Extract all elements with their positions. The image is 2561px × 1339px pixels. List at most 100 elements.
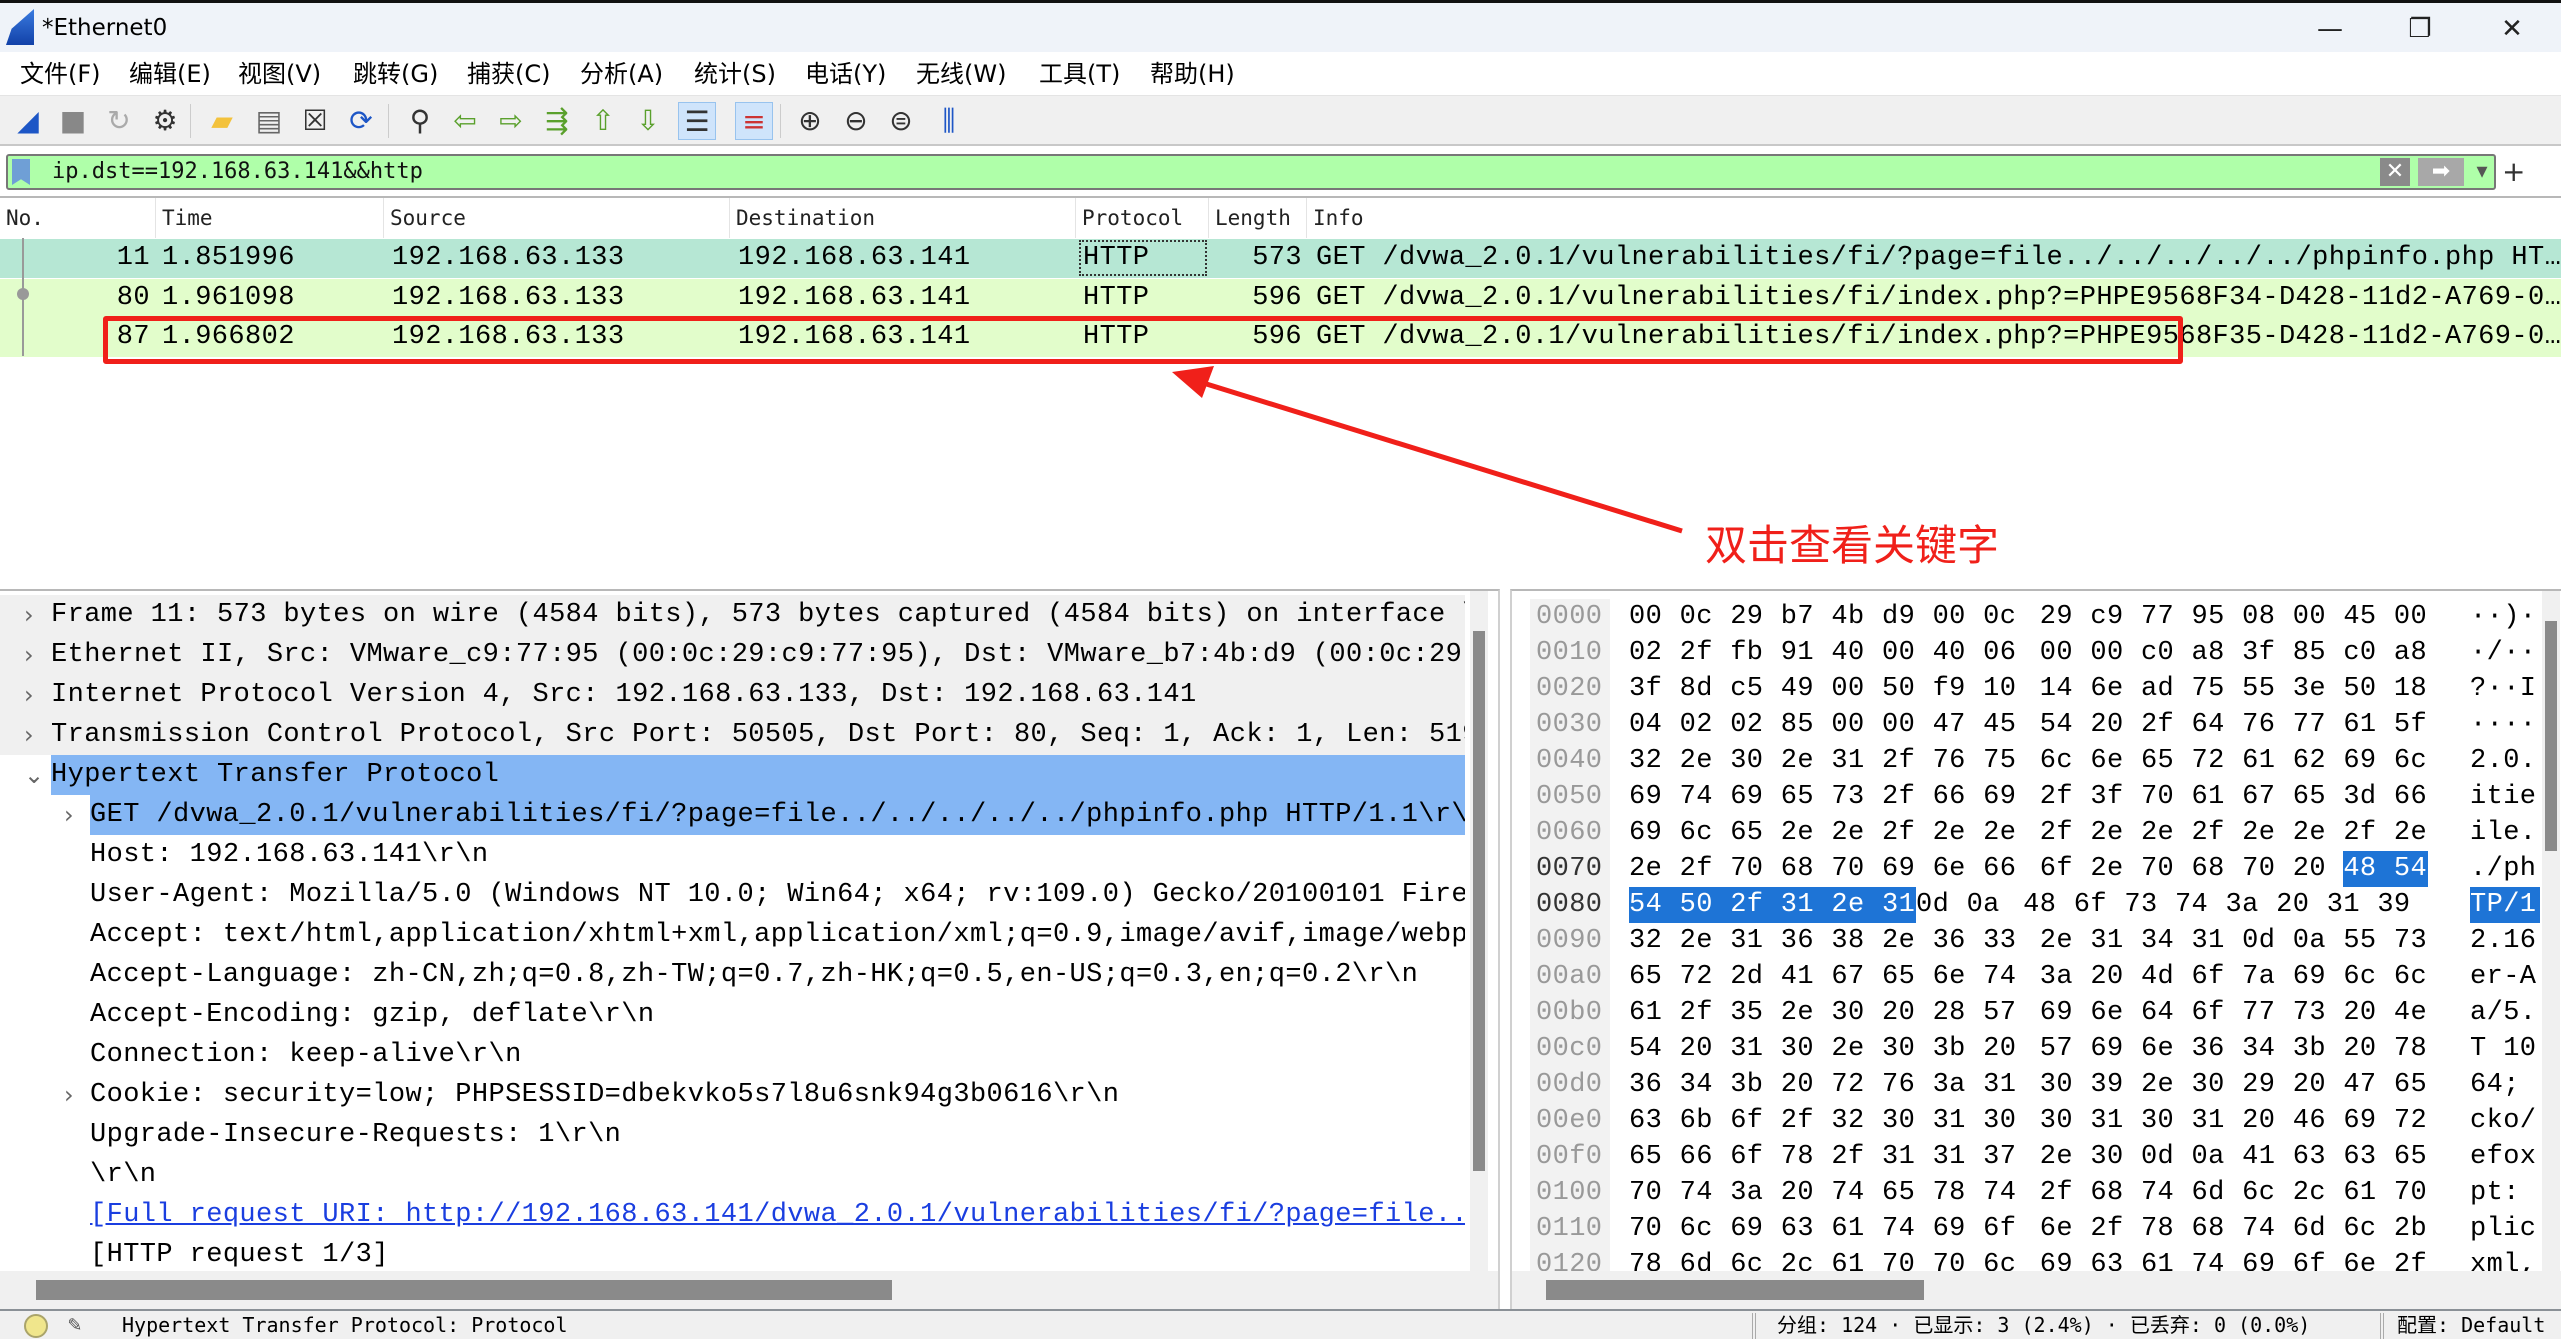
hex-ascii[interactable]: cko/: [2470, 1103, 2540, 1139]
hex-byte[interactable]: 2e: [2293, 815, 2344, 851]
hex-byte[interactable]: 2e: [1831, 1031, 1882, 1067]
hex-byte[interactable]: 40: [1831, 635, 1882, 671]
hex-byte[interactable]: 73: [2124, 887, 2175, 923]
hex-byte[interactable]: 2e: [2242, 815, 2293, 851]
expand-arrow-icon[interactable]: ›: [64, 1075, 74, 1115]
hex-byte[interactable]: 33: [1983, 923, 2034, 959]
hex-byte[interactable]: 74: [1882, 1211, 1933, 1247]
hex-byte[interactable]: 41: [2242, 1139, 2293, 1175]
hex-byte[interactable]: 61: [1629, 995, 1680, 1031]
hex-byte[interactable]: 3b: [1730, 1067, 1781, 1103]
hex-byte[interactable]: 65: [2293, 779, 2344, 815]
hex-byte[interactable]: 30: [1730, 743, 1781, 779]
hex-byte[interactable]: 3b: [1933, 1031, 1984, 1067]
detail-tree-item[interactable]: Accept-Encoding: gzip, deflate\r\n: [0, 995, 1465, 1035]
hex-byte[interactable]: 64: [2141, 995, 2192, 1031]
hex-byte[interactable]: 32: [1629, 923, 1680, 959]
hex-byte[interactable]: 2c: [2293, 1175, 2344, 1211]
hex-byte[interactable]: 2e: [1781, 995, 1832, 1031]
hex-byte[interactable]: 2f: [2040, 1175, 2091, 1211]
hex-byte[interactable]: 31: [1933, 1103, 1984, 1139]
hex-byte[interactable]: 31: [1730, 1031, 1781, 1067]
hex-byte[interactable]: 31: [1881, 887, 1916, 923]
hex-byte[interactable]: 30: [2040, 1067, 2091, 1103]
hex-byte[interactable]: 61: [1831, 1211, 1882, 1247]
hex-bytes[interactable]: 32 2e 31 36 38 2e 36 33 2e 31 34 31 0d 0a 55 73: [1629, 923, 2445, 959]
hex-byte[interactable]: 10: [1983, 671, 2034, 707]
hex-byte[interactable]: 70: [2242, 851, 2293, 887]
hex-byte[interactable]: 30: [2192, 1067, 2243, 1103]
hex-byte[interactable]: 20: [2293, 1067, 2344, 1103]
hex-byte[interactable]: 2e: [1781, 743, 1832, 779]
detail-tree-item[interactable]: › Frame 11: 573 bytes on wire (4584 bits)…: [0, 595, 1465, 635]
hex-byte[interactable]: 6f: [2074, 887, 2125, 923]
hex-ascii[interactable]: efox: [2470, 1139, 2540, 1175]
hex-byte[interactable]: 2e: [2040, 923, 2091, 959]
hex-byte[interactable]: 70: [2394, 1175, 2445, 1211]
hex-byte[interactable]: 2f: [1730, 887, 1781, 923]
hex-byte[interactable]: 67: [2242, 779, 2293, 815]
hex-byte[interactable]: 50: [1882, 671, 1933, 707]
hex-byte[interactable]: 31: [1730, 923, 1781, 959]
hex-byte[interactable]: 2f: [2040, 779, 2091, 815]
hex-byte[interactable]: 3d: [2343, 779, 2394, 815]
hex-byte[interactable]: d9: [1882, 599, 1933, 635]
hex-byte[interactable]: 3b: [2293, 1031, 2344, 1067]
hex-byte[interactable]: 31: [2327, 887, 2378, 923]
hex-byte[interactable]: 65: [1882, 959, 1933, 995]
hex-byte[interactable]: 69: [2293, 959, 2344, 995]
hex-byte[interactable]: 6f: [1730, 1139, 1781, 1175]
bytes-vscroll-thumb[interactable]: [2545, 621, 2557, 851]
hex-byte[interactable]: 95: [2192, 599, 2243, 635]
hex-byte[interactable]: 06: [1983, 635, 2034, 671]
hex-bytes[interactable]: 70 6c 69 63 61 74 69 6f 6e 2f 78 68 74 6d 6c 2b: [1629, 1211, 2445, 1247]
hex-byte[interactable]: 2f: [1781, 1103, 1832, 1139]
hex-byte[interactable]: 00: [1629, 599, 1680, 635]
hex-byte[interactable]: 38: [1831, 923, 1882, 959]
hex-byte[interactable]: 6c: [1680, 815, 1731, 851]
hex-byte[interactable]: 5f: [2394, 707, 2445, 743]
hex-byte[interactable]: 20: [2343, 995, 2394, 1031]
collapse-arrow-icon[interactable]: ⌄: [24, 755, 45, 795]
hex-byte[interactable]: 3a: [2040, 959, 2091, 995]
hex-byte[interactable]: 02: [1629, 635, 1680, 671]
hex-byte[interactable]: 68: [2090, 1175, 2141, 1211]
detail-tree-item[interactable]: Host: 192.168.63.141\r\n: [0, 835, 1465, 875]
hex-byte[interactable]: 3a: [1730, 1175, 1781, 1211]
hex-byte[interactable]: 6e: [2090, 995, 2141, 1031]
hex-byte[interactable]: 2e: [1680, 923, 1731, 959]
hex-byte[interactable]: 2f: [1882, 779, 1933, 815]
detail-tree-item[interactable]: › Cookie: security=low; PHPSESSID=dbekvko…: [0, 1075, 1465, 1115]
hex-byte[interactable]: 36: [1781, 923, 1832, 959]
hex-byte[interactable]: c5: [1730, 671, 1781, 707]
edit-comment-icon[interactable]: ✎: [68, 1311, 81, 1339]
hex-byte[interactable]: 72: [1680, 959, 1731, 995]
hex-byte[interactable]: 6e: [2141, 1031, 2192, 1067]
hex-byte[interactable]: 2e: [1933, 815, 1984, 851]
hex-byte[interactable]: 61: [2343, 707, 2394, 743]
hex-byte[interactable]: 2e: [1680, 743, 1731, 779]
hex-byte[interactable]: 36: [2192, 1031, 2243, 1067]
hex-byte[interactable]: 00: [2394, 599, 2445, 635]
hex-byte[interactable]: 77: [2141, 599, 2192, 635]
hex-byte[interactable]: 30: [1882, 1103, 1933, 1139]
details-hscroll-thumb[interactable]: [36, 1280, 892, 1300]
hex-byte[interactable]: 39: [2090, 1067, 2141, 1103]
hex-byte[interactable]: 48: [2343, 851, 2394, 887]
hex-ascii[interactable]: 2.0.: [2470, 743, 2540, 779]
hex-byte[interactable]: 0a: [1967, 887, 2018, 923]
hex-byte[interactable]: 35: [1730, 995, 1781, 1031]
hex-byte[interactable]: 74: [1831, 1175, 1882, 1211]
expand-arrow-icon[interactable]: ›: [24, 715, 34, 755]
hex-byte[interactable]: 47: [1933, 707, 1984, 743]
hex-byte[interactable]: 49: [1781, 671, 1832, 707]
hex-byte[interactable]: c0: [2141, 635, 2192, 671]
bytes-vertical-scrollbar[interactable]: [2542, 591, 2560, 1271]
expand-arrow-icon[interactable]: ›: [64, 795, 74, 835]
hex-byte[interactable]: 64: [2192, 707, 2243, 743]
hex-ascii[interactable]: ····: [2470, 707, 2540, 743]
hex-byte[interactable]: 4d: [2141, 959, 2192, 995]
hex-byte[interactable]: 2f: [2192, 815, 2243, 851]
hex-byte[interactable]: 29: [1730, 599, 1781, 635]
hex-byte[interactable]: 47: [2343, 1067, 2394, 1103]
